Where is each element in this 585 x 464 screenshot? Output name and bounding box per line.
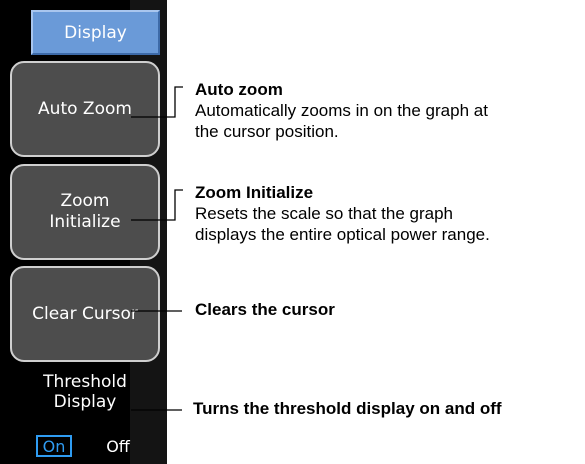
zoom-initialize-annotation-title: Zoom Initialize xyxy=(195,183,314,202)
auto-zoom-annotation: Auto zoom Automatically zooms in on the … xyxy=(195,79,488,142)
zoom-initialize-annotation-desc2: displays the entire optical power range. xyxy=(195,225,490,244)
zoom-initialize-annotation: Zoom Initialize Resets the scale so that… xyxy=(195,182,490,245)
zoom-initialize-callout-line xyxy=(131,189,183,221)
clear-cursor-annotation: Clears the cursor xyxy=(195,300,335,319)
auto-zoom-callout-line xyxy=(131,86,183,118)
zoom-initialize-annotation-desc1: Resets the scale so that the graph xyxy=(195,204,453,223)
auto-zoom-annotation-desc1: Automatically zooms in on the graph at xyxy=(195,101,488,120)
auto-zoom-annotation-title: Auto zoom xyxy=(195,80,283,99)
threshold-annotation: Turns the threshold display on and off xyxy=(193,399,502,418)
auto-zoom-annotation-desc2: the cursor position. xyxy=(195,122,339,141)
